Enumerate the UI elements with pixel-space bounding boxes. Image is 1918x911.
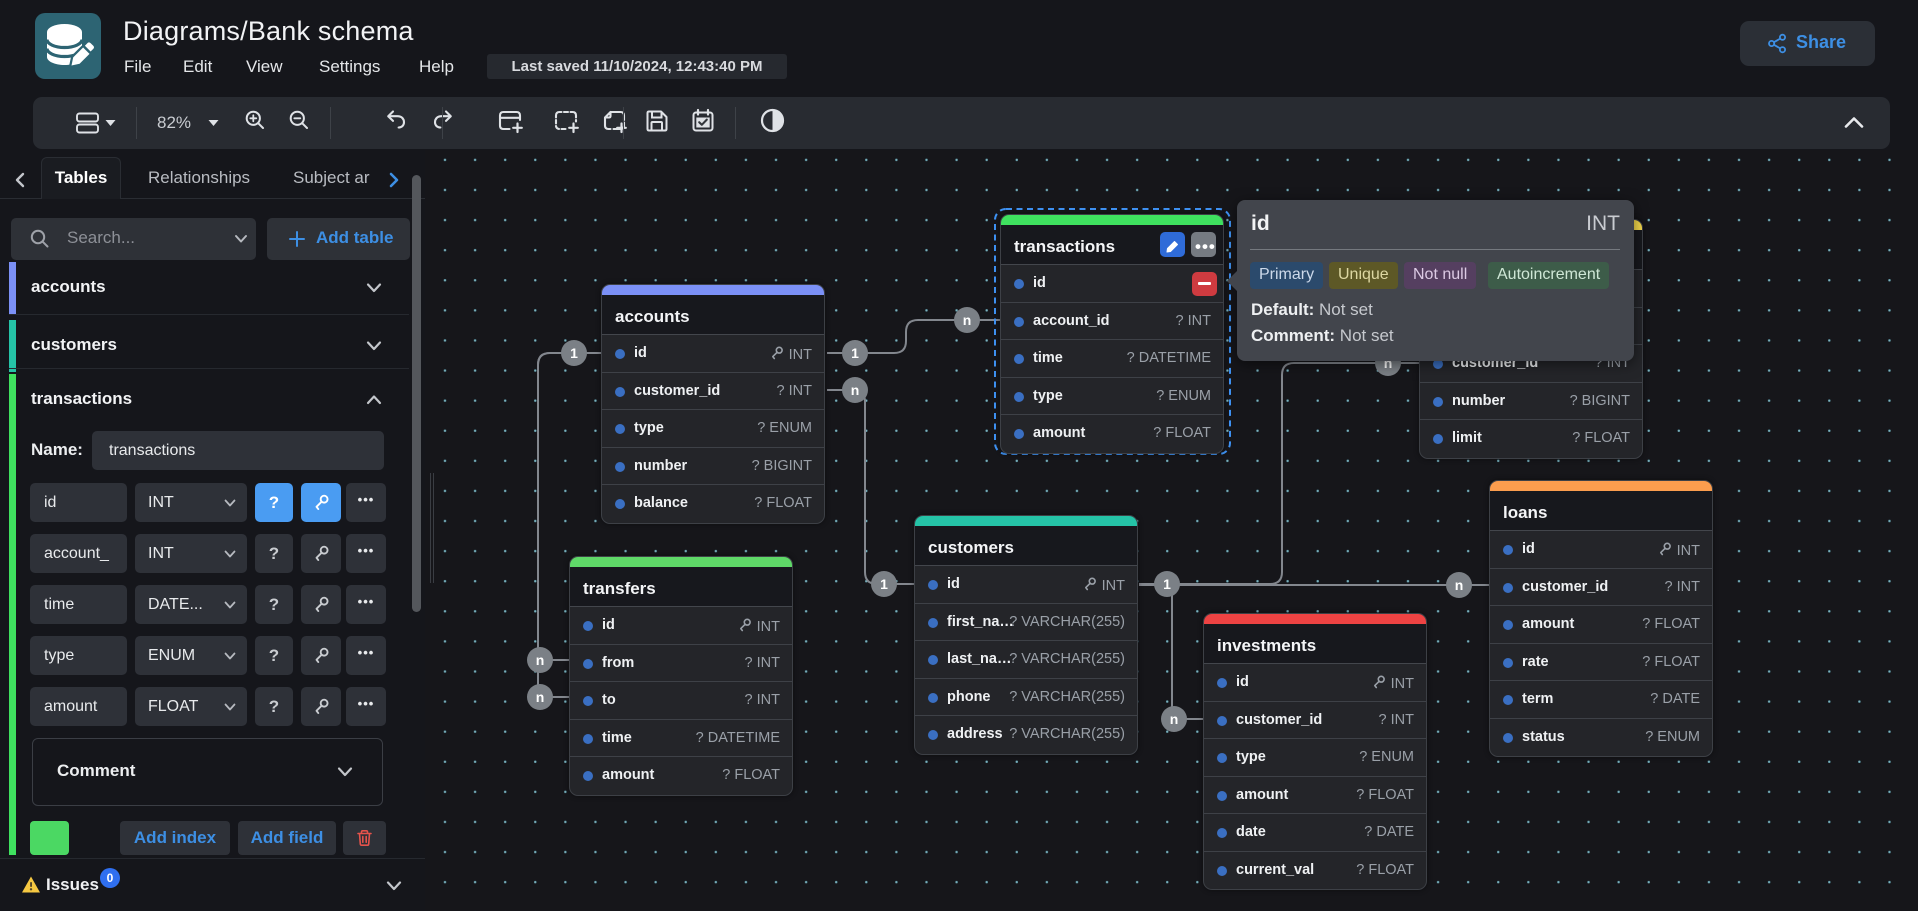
svg-text:n: n [1455,577,1464,593]
svg-text:1: 1 [851,345,859,361]
svg-text:1: 1 [570,345,578,361]
svg-text:n: n [1170,711,1179,727]
svg-text:1: 1 [1163,576,1171,592]
svg-text:n: n [851,382,860,398]
svg-text:1: 1 [880,576,888,592]
svg-text:n: n [963,312,972,328]
svg-text:n: n [536,689,545,705]
svg-text:n: n [536,652,545,668]
